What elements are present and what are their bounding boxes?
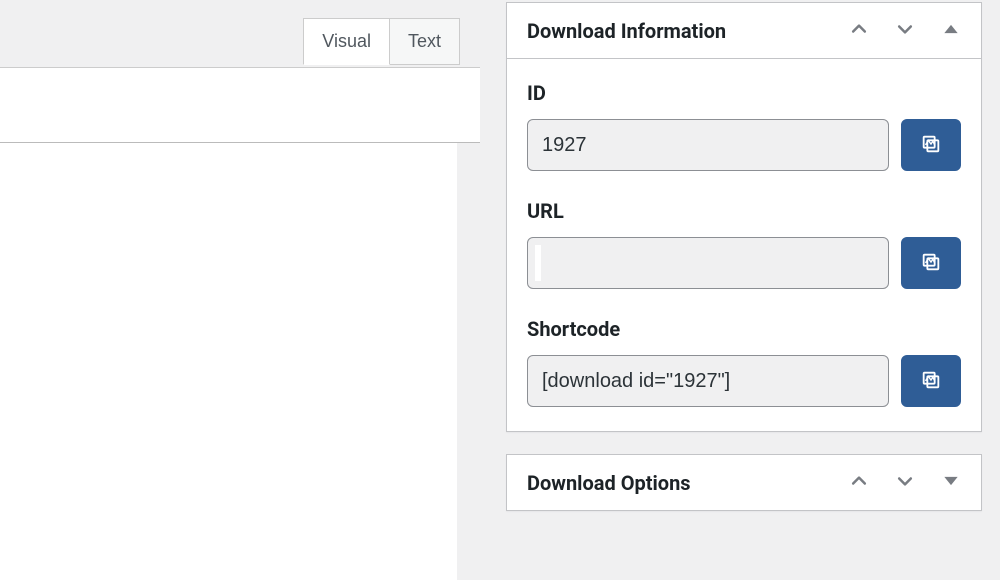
- url-row: [527, 237, 961, 289]
- copy-shortcode-button[interactable]: [901, 355, 961, 407]
- url-field-group: URL: [527, 199, 961, 289]
- shortcode-field-group: Shortcode: [527, 317, 961, 407]
- download-information-body: ID URL: [507, 59, 981, 431]
- toggle-panel-button[interactable]: [937, 15, 965, 46]
- copy-url-button[interactable]: [901, 237, 961, 289]
- triangle-down-icon: [941, 471, 961, 494]
- tab-visual[interactable]: Visual: [303, 18, 390, 65]
- toggle-panel-button[interactable]: [937, 467, 965, 498]
- copy-icon: [920, 251, 942, 276]
- move-up-button[interactable]: [845, 15, 873, 46]
- editor-tabs: Visual Text: [303, 18, 460, 65]
- url-label: URL: [527, 199, 961, 223]
- shortcode-row: [527, 355, 961, 407]
- id-label: ID: [527, 81, 961, 105]
- text-cursor: [535, 245, 541, 281]
- copy-icon: [920, 133, 942, 158]
- id-field-group: ID: [527, 81, 961, 171]
- url-input-wrapper: [527, 237, 889, 289]
- download-information-panel: Download Information: [506, 2, 982, 432]
- chevron-up-icon: [849, 471, 869, 494]
- shortcode-input[interactable]: [527, 355, 889, 407]
- download-options-header: Download Options: [507, 455, 981, 510]
- download-information-title: Download Information: [527, 19, 726, 43]
- download-information-header: Download Information: [507, 3, 981, 59]
- triangle-up-icon: [941, 19, 961, 42]
- move-up-button[interactable]: [845, 467, 873, 498]
- id-row: [527, 119, 961, 171]
- chevron-down-icon: [895, 471, 915, 494]
- editor-toolbar: [0, 67, 480, 143]
- editor-area: Visual Text: [0, 0, 480, 580]
- download-options-title: Download Options: [527, 471, 691, 495]
- copy-icon: [920, 369, 942, 394]
- url-input[interactable]: [527, 237, 889, 289]
- panel-controls: [845, 467, 965, 498]
- download-options-panel: Download Options: [506, 454, 982, 511]
- chevron-up-icon: [849, 19, 869, 42]
- shortcode-label: Shortcode: [527, 317, 961, 341]
- tab-text[interactable]: Text: [390, 18, 460, 65]
- sidebar: Download Information: [506, 2, 982, 511]
- panel-controls: [845, 15, 965, 46]
- move-down-button[interactable]: [891, 467, 919, 498]
- copy-id-button[interactable]: [901, 119, 961, 171]
- chevron-down-icon: [895, 19, 915, 42]
- id-input[interactable]: [527, 119, 889, 171]
- editor-content[interactable]: [0, 143, 457, 580]
- move-down-button[interactable]: [891, 15, 919, 46]
